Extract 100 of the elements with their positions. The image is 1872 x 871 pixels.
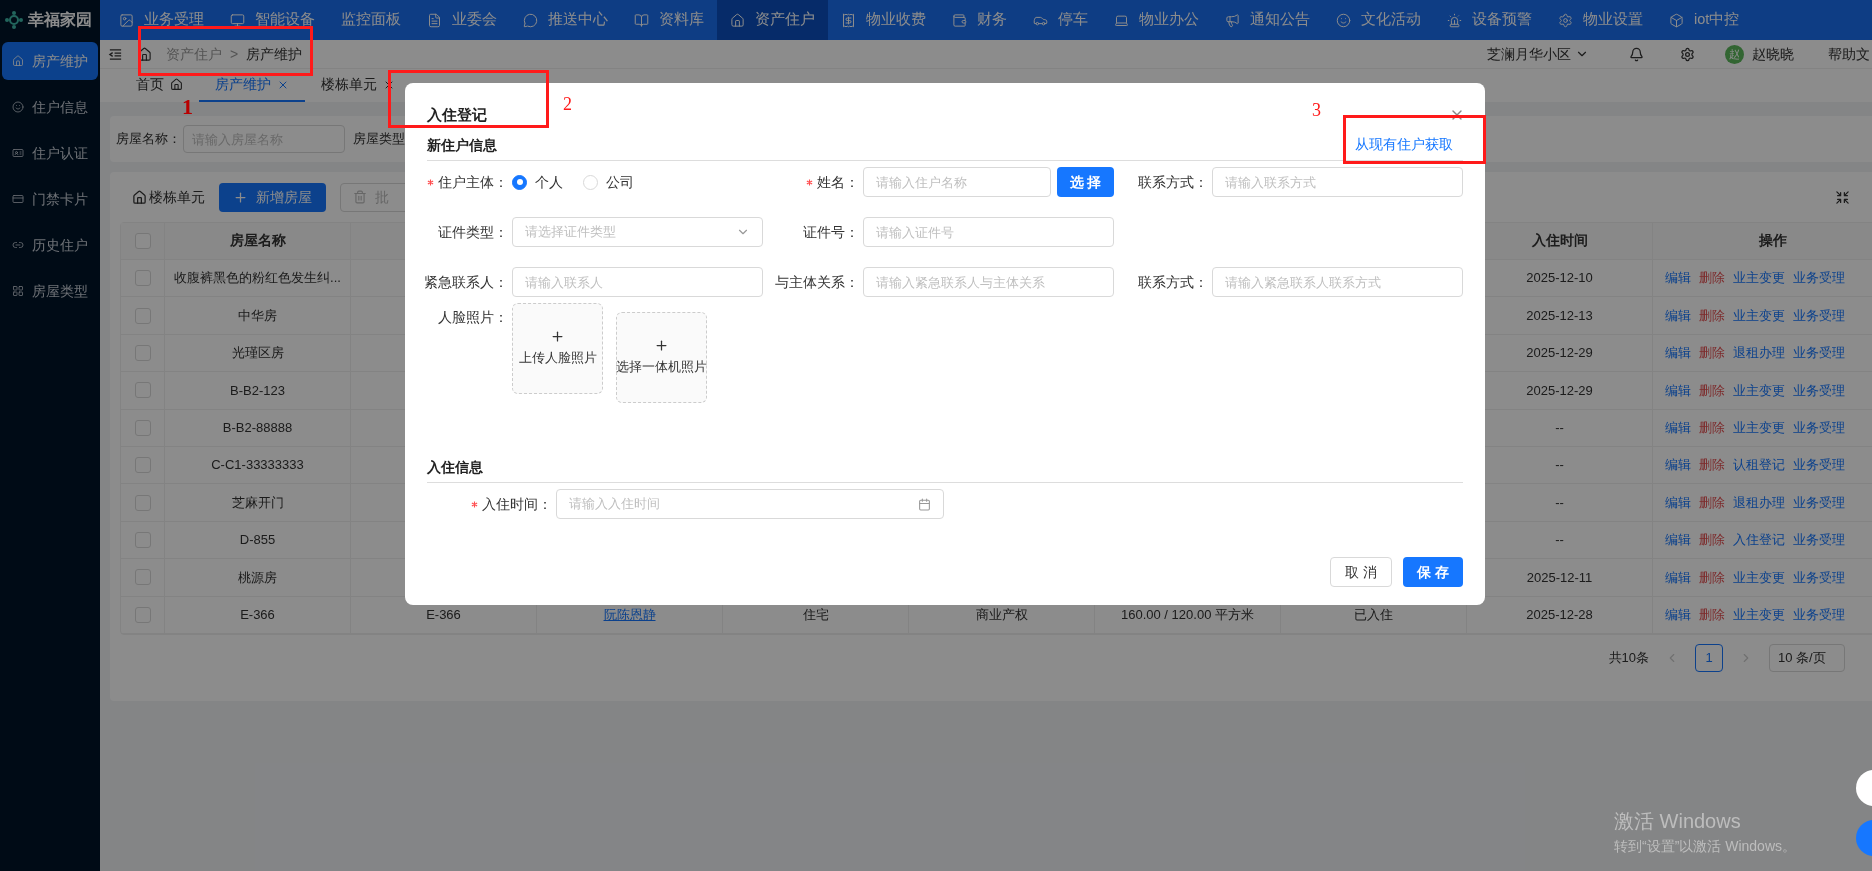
text-field[interactable]: 请输入证件号 — [863, 217, 1114, 247]
nav-tab[interactable]: iot中控 — [1656, 0, 1753, 40]
bell-icon[interactable] — [1629, 46, 1644, 62]
collapse-menu-icon[interactable] — [108, 46, 123, 62]
action-link[interactable]: 业务受理 — [1793, 567, 1845, 588]
text-field[interactable]: 请输入紧急联系人与主体关系 — [863, 267, 1114, 297]
nav-tab[interactable]: 资产住户 — [717, 0, 828, 40]
action-link[interactable]: 业务受理 — [1793, 492, 1845, 513]
nav-tab[interactable]: 设备预警 — [1434, 0, 1545, 40]
action-link[interactable]: 业务受理 — [1793, 343, 1845, 363]
user-avatar[interactable]: 赵 — [1725, 44, 1744, 64]
action-link[interactable]: 删除 — [1699, 604, 1725, 625]
nav-tab[interactable]: 智能设备 — [217, 0, 328, 40]
radio-option[interactable]: 公司 — [583, 171, 634, 193]
grid-icon — [12, 284, 24, 298]
community-dropdown[interactable]: 芝澜月华小区 — [1487, 43, 1589, 65]
nav-tab[interactable]: 监控面板 — [328, 0, 414, 40]
sidebar-item[interactable]: 房产维护 — [2, 42, 98, 80]
owner-link[interactable]: 阮陈恩静 — [603, 604, 656, 625]
sidebar-item[interactable]: 房屋类型 — [2, 272, 98, 310]
house-icon — [12, 54, 24, 68]
action-link[interactable]: 删除 — [1699, 305, 1725, 326]
action-link[interactable]: 业主变更 — [1733, 604, 1785, 625]
date-field[interactable]: 请输入入住时间 — [556, 489, 944, 519]
action-link[interactable]: 业务受理 — [1793, 268, 1845, 288]
add-house-button[interactable]: 新增房屋 — [219, 182, 326, 212]
sidebar-item[interactable]: 门禁卡片 — [2, 180, 98, 218]
radio-option[interactable]: 个人 — [512, 171, 563, 193]
table-cell-text: 160.00 / 120.00 平方米 — [1121, 605, 1254, 624]
nav-tab[interactable]: 资料库 — [621, 0, 717, 40]
nav-tab[interactable]: 财务 — [939, 0, 1020, 40]
action-link[interactable]: 退租办理 — [1733, 343, 1785, 363]
page-size-select[interactable]: 10 条/页 — [1769, 643, 1845, 672]
action-link[interactable]: 删除 — [1699, 530, 1725, 550]
photo-upload-button[interactable]: 选择一体机照片 — [616, 312, 707, 403]
action-link[interactable]: 编辑 — [1665, 492, 1691, 513]
action-link[interactable]: 业务受理 — [1793, 418, 1845, 438]
table-cell-text: 2025-12-10 — [1526, 269, 1593, 288]
action-link[interactable]: 业主变更 — [1733, 305, 1785, 326]
action-link[interactable]: 删除 — [1699, 455, 1725, 475]
action-link[interactable]: 业务受理 — [1793, 380, 1845, 401]
action-link[interactable]: 编辑 — [1665, 567, 1691, 588]
nav-tab[interactable]: 物业设置 — [1545, 0, 1656, 40]
settings-icon[interactable] — [1680, 46, 1695, 62]
text-field[interactable]: 请输入紧急联系人联系方式 — [1212, 267, 1463, 297]
user-name[interactable]: 赵晓晓 — [1752, 43, 1794, 65]
nav-tab[interactable]: 文化活动 — [1323, 0, 1434, 40]
exit-fullscreen-icon[interactable] — [1835, 189, 1850, 205]
text-field[interactable]: 请输入联系人 — [512, 267, 763, 297]
action-link[interactable]: 编辑 — [1665, 380, 1691, 401]
action-link[interactable]: 编辑 — [1665, 455, 1691, 475]
action-link[interactable]: 删除 — [1699, 380, 1725, 401]
action-link[interactable]: 编辑 — [1665, 343, 1691, 363]
action-link[interactable]: 编辑 — [1665, 268, 1691, 288]
megaphone-icon — [1225, 12, 1240, 28]
nav-tab[interactable]: 停车 — [1020, 0, 1101, 40]
action-link[interactable]: 删除 — [1699, 567, 1725, 588]
table-cell-text: C-C1-33333333 — [211, 456, 304, 475]
nav-tab[interactable]: 物业办公 — [1101, 0, 1212, 40]
action-link[interactable]: 业务受理 — [1793, 305, 1845, 326]
cancel-button[interactable]: 取 消 — [1330, 557, 1393, 587]
nav-tab[interactable]: 通知公告 — [1212, 0, 1323, 40]
action-link[interactable]: 业主变更 — [1733, 418, 1785, 438]
page-number[interactable]: 1 — [1695, 643, 1723, 672]
action-link[interactable]: 入住登记 — [1733, 530, 1785, 550]
fetch-resident-link[interactable]: 从现有住户获取 — [1355, 135, 1453, 156]
text-field[interactable]: 请输入住户名称 — [863, 167, 1051, 197]
action-link[interactable]: 业主变更 — [1733, 268, 1785, 288]
laptop-icon — [1114, 12, 1129, 28]
sidebar-item[interactable]: 住户信息 — [2, 88, 98, 126]
nav-tab[interactable]: 业务受理 — [106, 0, 217, 40]
nav-tab[interactable]: 业委会 — [414, 0, 510, 40]
action-link[interactable]: 编辑 — [1665, 305, 1691, 326]
action-link[interactable]: 删除 — [1699, 492, 1725, 513]
sidebar-item[interactable]: 住户认证 — [2, 134, 98, 172]
action-link[interactable]: 编辑 — [1665, 418, 1691, 438]
nav-tab[interactable]: 推送中心 — [510, 0, 621, 40]
action-link[interactable]: 业务受理 — [1793, 604, 1845, 625]
table-cell-text: 2025-12-13 — [1526, 306, 1593, 325]
action-link[interactable]: 业务受理 — [1793, 455, 1845, 475]
action-link[interactable]: 业主变更 — [1733, 380, 1785, 401]
action-link[interactable]: 编辑 — [1665, 530, 1691, 550]
select-button[interactable]: 选 择 — [1057, 167, 1114, 197]
action-link[interactable]: 业主变更 — [1733, 567, 1785, 588]
save-button[interactable]: 保 存 — [1403, 557, 1463, 587]
text-field[interactable]: 请输入联系方式 — [1212, 167, 1463, 197]
sidebar-item[interactable]: 历史住户 — [2, 226, 98, 264]
action-link[interactable]: 删除 — [1699, 268, 1725, 288]
action-link[interactable]: 认租登记 — [1733, 455, 1785, 475]
action-link[interactable]: 业务受理 — [1793, 530, 1845, 550]
nav-tab[interactable]: 物业收费 — [828, 0, 939, 40]
action-link[interactable]: 退租办理 — [1733, 492, 1785, 513]
help-link[interactable]: 帮助文 — [1828, 43, 1870, 65]
action-link[interactable]: 删除 — [1699, 343, 1725, 363]
field-label: 入住时间： — [471, 493, 552, 515]
page-tab[interactable]: 房产维护 — [199, 69, 305, 102]
action-link[interactable]: 删除 — [1699, 418, 1725, 438]
select-field[interactable]: 请选择证件类型 — [512, 217, 763, 247]
photo-upload-button[interactable]: 上传人脸照片 — [512, 303, 603, 394]
action-link[interactable]: 编辑 — [1665, 604, 1691, 625]
